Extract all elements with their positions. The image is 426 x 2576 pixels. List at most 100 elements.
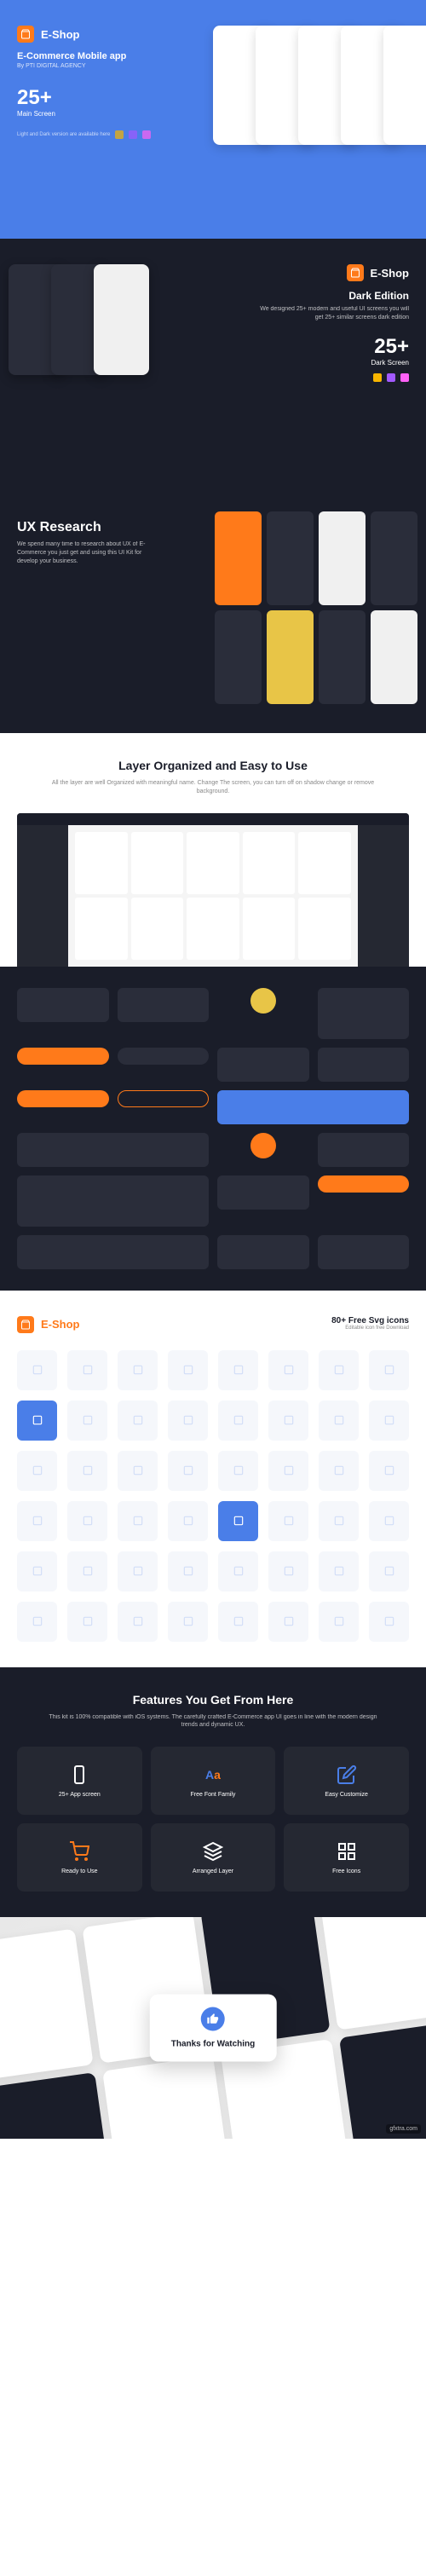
ui-card bbox=[318, 988, 410, 1039]
ui-list-item bbox=[318, 1133, 410, 1167]
design-tool-screenshot bbox=[17, 813, 409, 967]
icons-subtitle: Editable icon free Download bbox=[331, 1326, 409, 1331]
feature-label: Arranged Layer bbox=[193, 1868, 233, 1874]
icon-cell bbox=[67, 1350, 107, 1390]
icon-cell bbox=[369, 1602, 409, 1642]
icon-cell bbox=[168, 1551, 208, 1591]
icon-cell bbox=[268, 1401, 308, 1441]
features-section: Features You Get From Here This kit is 1… bbox=[0, 1667, 426, 1918]
bag-icon bbox=[17, 1316, 34, 1333]
ui-profile-card bbox=[217, 1090, 409, 1124]
icon-cell bbox=[118, 1401, 158, 1441]
ui-components-section bbox=[0, 967, 426, 1291]
icon-cell bbox=[67, 1401, 107, 1441]
ui-button bbox=[318, 1175, 410, 1193]
mockup-screen bbox=[215, 610, 262, 704]
icon-cell bbox=[17, 1350, 57, 1390]
ux-research-section: UX Research We spend many time to resear… bbox=[0, 494, 426, 733]
dark-count-label: Dark Screen bbox=[256, 359, 409, 367]
xd-icon bbox=[400, 373, 409, 382]
ui-avatar bbox=[250, 988, 276, 1014]
layers-icon bbox=[203, 1841, 223, 1862]
icon-cell bbox=[319, 1602, 359, 1642]
figma-icon bbox=[387, 373, 395, 382]
icon-cell bbox=[118, 1602, 158, 1642]
mockup-screen bbox=[102, 2056, 232, 2139]
icon-cell bbox=[218, 1401, 258, 1441]
sketch-icon bbox=[373, 373, 382, 382]
like-icon bbox=[201, 2007, 225, 2031]
ui-component bbox=[318, 1048, 410, 1082]
mockup-screen bbox=[0, 1929, 94, 2081]
feature-card: Aa Free Font Family bbox=[151, 1747, 276, 1815]
artboard-thumb bbox=[298, 832, 351, 894]
feature-card: Easy Customize bbox=[284, 1747, 409, 1815]
hero-mockups bbox=[230, 26, 426, 145]
ui-checkmark bbox=[250, 1133, 276, 1158]
brand-logo: E-Shop bbox=[17, 1316, 80, 1333]
icon-cell bbox=[67, 1501, 107, 1541]
phone-icon bbox=[69, 1765, 89, 1785]
icon-cell bbox=[67, 1551, 107, 1591]
mockup-screen bbox=[319, 610, 366, 704]
editor-toolbar bbox=[17, 813, 409, 825]
feature-label: 25+ App screen bbox=[59, 1792, 101, 1798]
artboard-thumb bbox=[75, 832, 128, 894]
feature-card: 25+ App screen bbox=[17, 1747, 142, 1815]
icon-cell bbox=[17, 1602, 57, 1642]
ui-product-card bbox=[17, 1175, 209, 1227]
dark-mockups bbox=[9, 264, 149, 375]
brand-name: E-Shop bbox=[41, 1318, 80, 1331]
icon-cell bbox=[218, 1451, 258, 1491]
thanks-text: Thanks for Watching bbox=[171, 2040, 256, 2049]
editor-properties-panel bbox=[358, 825, 409, 967]
icon-cell bbox=[369, 1551, 409, 1591]
components-grid bbox=[17, 988, 409, 1269]
icon-cell bbox=[118, 1350, 158, 1390]
mockup-screen bbox=[215, 511, 262, 605]
icon-cell bbox=[268, 1451, 308, 1491]
icon-cell bbox=[268, 1350, 308, 1390]
artboard-thumb bbox=[187, 898, 239, 960]
mockup-screen bbox=[94, 264, 149, 375]
ui-button bbox=[17, 1048, 109, 1065]
layer-title: Layer Organized and Easy to Use bbox=[17, 759, 409, 772]
dark-title: Dark Edition bbox=[256, 290, 409, 302]
brand-logo: E-Shop bbox=[256, 264, 409, 281]
icon-cell bbox=[118, 1501, 158, 1541]
mockup-screen bbox=[0, 2072, 113, 2139]
grid-icon bbox=[337, 1841, 357, 1862]
brand-name: E-Shop bbox=[41, 28, 80, 41]
figma-icon bbox=[129, 130, 137, 139]
icon-cell bbox=[319, 1501, 359, 1541]
mockup-screen bbox=[339, 2023, 426, 2140]
artboard-thumb bbox=[298, 898, 351, 960]
icon-cell bbox=[268, 1501, 308, 1541]
icon-cell bbox=[369, 1451, 409, 1491]
feature-card: Ready to Use bbox=[17, 1823, 142, 1892]
icon-cell bbox=[268, 1602, 308, 1642]
xd-icon bbox=[142, 130, 151, 139]
feature-label: Free Font Family bbox=[191, 1792, 236, 1798]
icon-cell bbox=[168, 1602, 208, 1642]
dark-edition-section: E-Shop Dark Edition We designed 25+ mode… bbox=[0, 239, 426, 494]
free-icons-section: E-Shop 80+ Free Svg icons Editable icon … bbox=[0, 1291, 426, 1667]
feature-card: Free Icons bbox=[284, 1823, 409, 1892]
ui-button-outline bbox=[118, 1090, 210, 1107]
bag-icon bbox=[17, 26, 34, 43]
dark-count: 25+ bbox=[256, 335, 409, 359]
edit-icon bbox=[337, 1765, 357, 1785]
ux-description: We spend many time to research about UX … bbox=[17, 540, 153, 565]
icon-cell bbox=[168, 1401, 208, 1441]
ui-list-item bbox=[318, 1235, 410, 1269]
dark-description: We designed 25+ modern and useful UI scr… bbox=[256, 305, 409, 322]
icon-cell bbox=[118, 1551, 158, 1591]
artboard-thumb bbox=[75, 898, 128, 960]
font-icon: Aa bbox=[203, 1765, 223, 1785]
hero-note-text: Light and Dark version are available her… bbox=[17, 132, 110, 137]
mockup-screen bbox=[267, 511, 314, 605]
feature-label: Easy Customize bbox=[325, 1792, 368, 1798]
editor-layers-panel bbox=[17, 825, 68, 967]
icon-cell bbox=[369, 1401, 409, 1441]
icon-cell bbox=[168, 1501, 208, 1541]
